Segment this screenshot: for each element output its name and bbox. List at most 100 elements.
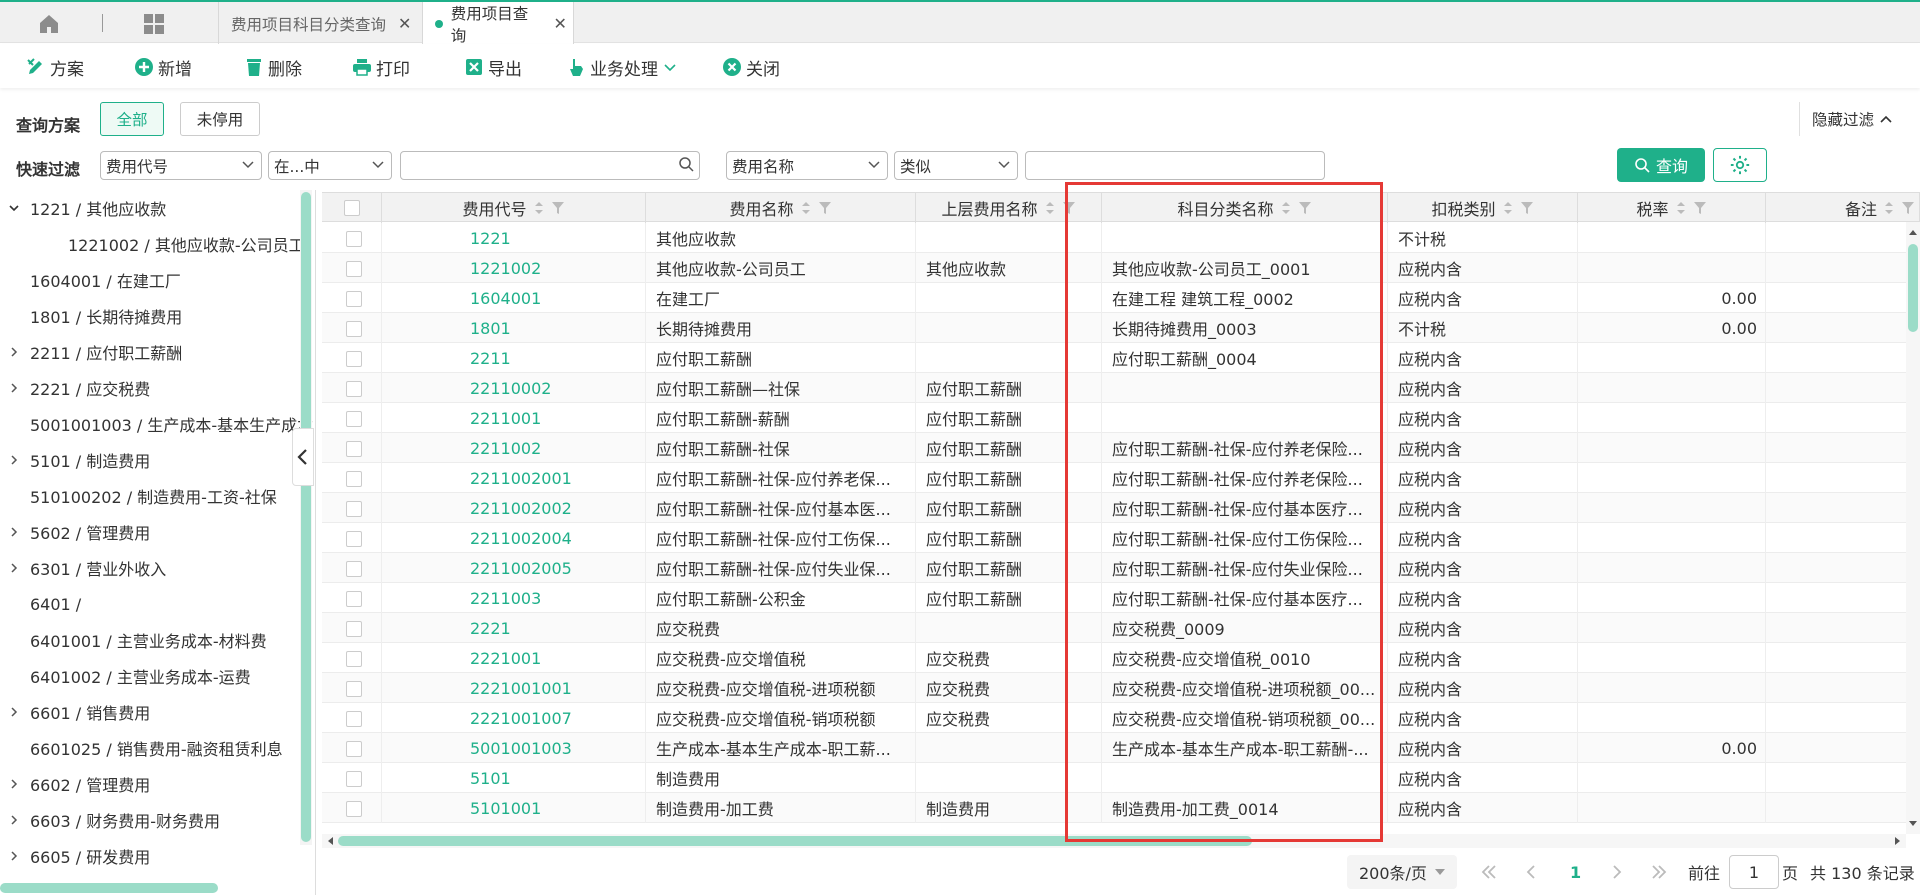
table-row[interactable]: 2221001007 应交税费-应交增值税-销项税额 应交税费 应交税费-应交增值税-… (322, 703, 1920, 733)
row-checkbox[interactable] (346, 501, 362, 517)
cell-expense-code[interactable]: 2221001007 (382, 703, 646, 733)
tree-item[interactable]: 1604001 / 在建工厂 (8, 262, 181, 298)
scroll-left-icon[interactable] (324, 834, 336, 848)
table-row[interactable]: 2211002 应付职工薪酬-社保 应付职工薪酬 应付职工薪酬-社保-应付养老保险..… (322, 433, 1920, 463)
filter-icon[interactable] (551, 201, 565, 215)
row-checkbox[interactable] (346, 381, 362, 397)
table-row[interactable]: 5101001 制造费用-加工费 制造费用 制造费用-加工费_0014 应税内含 (322, 793, 1920, 823)
chevron-right-icon[interactable] (8, 454, 20, 466)
filter-icon[interactable] (1062, 201, 1076, 215)
select-all-checkbox[interactable] (344, 200, 360, 216)
delete-button[interactable]: 删除 (244, 54, 302, 80)
grid-hscroll-thumb[interactable] (338, 836, 1252, 846)
tree-item[interactable]: 6603 / 财务费用-财务费用 (8, 802, 220, 838)
close-icon[interactable]: ✕ (554, 14, 574, 33)
row-checkbox[interactable] (346, 471, 362, 487)
cell-expense-code[interactable]: 5101 (382, 763, 646, 793)
filter-icon[interactable] (1298, 201, 1312, 215)
chevron-right-icon[interactable] (8, 526, 20, 538)
row-checkbox[interactable] (346, 321, 362, 337)
header-col-subject-category[interactable]: 科目分类名称 (1102, 193, 1388, 223)
header-select-all[interactable] (322, 193, 382, 223)
row-checkbox[interactable] (346, 771, 362, 787)
page-size-select[interactable]: 200条/页 (1347, 855, 1457, 889)
goto-page-input[interactable]: 1 (1729, 855, 1779, 889)
header-col-expense-code[interactable]: 费用代号 (382, 193, 646, 223)
table-row[interactable]: 2211003 应付职工薪酬-公积金 应付职工薪酬 应付职工薪酬-社保-应付基本医疗.… (322, 583, 1920, 613)
tree-item[interactable]: 6401 / (8, 586, 81, 622)
add-button[interactable]: 新增 (134, 54, 192, 80)
table-row[interactable]: 1801 长期待摊费用 长期待摊费用_0003 不计税 0.00 (322, 313, 1920, 343)
sort-icon[interactable] (1675, 200, 1687, 216)
header-col-remark[interactable]: 备注 (1766, 193, 1920, 223)
row-checkbox[interactable] (346, 591, 362, 607)
row-checkbox[interactable] (346, 441, 362, 457)
tree-vertical-scrollbar[interactable] (300, 190, 312, 845)
scroll-up-icon[interactable] (1906, 226, 1920, 238)
last-page-icon[interactable] (1648, 861, 1670, 883)
row-checkbox[interactable] (346, 741, 362, 757)
cell-expense-code[interactable]: 2211 (382, 343, 646, 373)
tree-item[interactable]: 2211 / 应付职工薪酬 (8, 334, 182, 370)
tree-item[interactable]: 1801 / 长期待摊费用 (8, 298, 182, 334)
table-row[interactable]: 2221001 应交税费-应交增值税 应交税费 应交税费-应交增值税_0010 应税内含 (322, 643, 1920, 673)
cell-expense-code[interactable]: 2211002001 (382, 463, 646, 493)
tree-item[interactable]: 6605 / 研发费用 (8, 838, 150, 874)
sort-icon[interactable] (1883, 200, 1895, 216)
table-row[interactable]: 2211002005 应付职工薪酬-社保-应付失业保... 应付职工薪酬 应付职工薪酬… (322, 553, 1920, 583)
sort-icon[interactable] (1280, 200, 1292, 216)
filter-value-input-1[interactable] (400, 151, 700, 180)
next-page-icon[interactable] (1606, 861, 1628, 883)
row-checkbox[interactable] (346, 351, 362, 367)
table-row[interactable]: 2211002001 应付职工薪酬-社保-应付养老保... 应付职工薪酬 应付职工薪酬… (322, 463, 1920, 493)
row-checkbox[interactable] (346, 801, 362, 817)
tree-item[interactable]: 6301 / 营业外收入 (8, 550, 166, 586)
grid-horizontal-scrollbar[interactable] (322, 834, 1906, 848)
tree-horizontal-scrollbar[interactable] (0, 883, 218, 893)
tree-item[interactable]: 1221002 / 其他应收款-公司员工 (46, 226, 305, 262)
row-checkbox[interactable] (346, 561, 362, 577)
chevron-right-icon[interactable] (8, 814, 20, 826)
collapse-panel-button[interactable] (292, 428, 314, 486)
business-process-button[interactable]: 业务处理 (566, 54, 678, 80)
row-checkbox[interactable] (346, 411, 362, 427)
cell-expense-code[interactable]: 2221001001 (382, 673, 646, 703)
cell-expense-code[interactable]: 2211002005 (382, 553, 646, 583)
tree-item[interactable]: 6602 / 管理费用 (8, 766, 150, 802)
cell-expense-code[interactable]: 2211003 (382, 583, 646, 613)
table-row[interactable]: 2221001001 应交税费-应交增值税-进项税额 应交税费 应交税费-应交增值税-… (322, 673, 1920, 703)
table-row[interactable]: 2211001 应付职工薪酬-薪酬 应付职工薪酬 应税内含 (322, 403, 1920, 433)
tree-item[interactable]: 6601 / 销售费用 (8, 694, 150, 730)
header-col-tax-rate[interactable]: 税率 (1578, 193, 1766, 223)
plan-button[interactable]: 方案 (26, 54, 84, 80)
header-col-tax-type[interactable]: 扣税类别 (1388, 193, 1578, 223)
cell-expense-code[interactable]: 2211002004 (382, 523, 646, 553)
settings-button[interactable] (1713, 148, 1767, 182)
chevron-right-icon[interactable] (8, 562, 20, 574)
chevron-right-icon[interactable] (8, 778, 20, 790)
cell-expense-code[interactable]: 2211002002 (382, 493, 646, 523)
query-button[interactable]: 查询 (1617, 148, 1705, 182)
tree-item[interactable]: 6401001 / 主营业务成本-材料费 (8, 622, 267, 658)
table-row[interactable]: 1221 其他应收款 不计税 (322, 223, 1920, 253)
close-button[interactable]: 关闭 (722, 54, 780, 80)
row-checkbox[interactable] (346, 711, 362, 727)
grid-vertical-scrollbar[interactable] (1906, 222, 1920, 834)
cell-expense-code[interactable]: 1604001 (382, 283, 646, 313)
header-col-expense-name[interactable]: 费用名称 (646, 193, 916, 223)
row-checkbox[interactable] (346, 621, 362, 637)
cell-expense-code[interactable]: 2221 (382, 613, 646, 643)
table-row[interactable]: 1221002 其他应收款-公司员工 其他应收款 其他应收款-公司员工_0001 应税内… (322, 253, 1920, 283)
table-row[interactable]: 2211 应付职工薪酬 应付职工薪酬_0004 应税内含 (322, 343, 1920, 373)
scroll-down-icon[interactable] (1906, 818, 1920, 830)
cell-expense-code[interactable]: 1801 (382, 313, 646, 343)
tab-subject-category-query[interactable]: 费用项目科目分类查询 ✕ (218, 2, 422, 45)
chevron-right-icon[interactable] (8, 850, 20, 862)
row-checkbox[interactable] (346, 261, 362, 277)
sort-icon[interactable] (533, 200, 545, 216)
scroll-right-icon[interactable] (1892, 834, 1904, 848)
row-checkbox[interactable] (346, 681, 362, 697)
cell-expense-code[interactable]: 5101001 (382, 793, 646, 823)
sort-icon[interactable] (1044, 200, 1056, 216)
tree-item[interactable]: 5001001003 / 生产成本-基本生产成本 (8, 406, 313, 442)
